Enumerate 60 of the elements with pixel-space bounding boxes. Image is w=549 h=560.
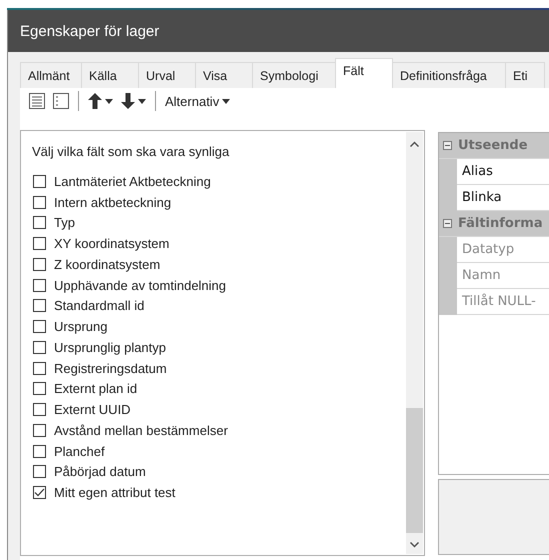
checkbox-label[interactable]: Intern aktbeteckning <box>54 194 172 210</box>
checkbox[interactable] <box>33 278 46 292</box>
checkbox-label[interactable]: Lantmäteriet Aktbeteckning <box>54 174 211 189</box>
arrow-up-icon <box>88 93 102 109</box>
checkbox[interactable] <box>33 340 46 354</box>
checkbox[interactable] <box>33 320 46 334</box>
property-name[interactable]: Alias <box>457 159 549 185</box>
checkbox-label[interactable]: Externt plan id <box>54 381 138 396</box>
list-icon <box>29 93 45 109</box>
caret-icon <box>105 98 113 104</box>
checkbox[interactable] <box>33 216 46 230</box>
checkbox-label[interactable]: Ursprunglig plantyp <box>54 340 166 355</box>
checkbox-label[interactable]: Externt UUID <box>54 402 131 418</box>
arrow-down-icon <box>121 93 135 109</box>
list-view-button[interactable] <box>27 90 47 112</box>
checkbox-label[interactable]: Z koordinatsystem <box>54 256 160 272</box>
checkbox[interactable] <box>33 174 46 188</box>
section-title: Utseende <box>458 138 528 153</box>
checkbox[interactable] <box>33 382 46 396</box>
property-name[interactable]: Blinka <box>457 185 549 211</box>
tab[interactable]: Fält <box>335 58 393 88</box>
checkbox-label[interactable]: Påbörjad datum <box>54 464 146 480</box>
checkbox-label[interactable]: Upphävande av tomtindelning <box>54 278 226 293</box>
options-button[interactable]: Alternativ <box>163 90 232 112</box>
tab[interactable]: Eti <box>505 62 545 88</box>
checkbox-label[interactable]: Registreringsdatum <box>54 360 167 376</box>
compact-view-button[interactable] <box>51 90 71 112</box>
move-up-button[interactable] <box>86 90 115 112</box>
checkbox[interactable] <box>33 424 46 437</box>
checkbox-label[interactable]: Standardmall id <box>54 298 144 314</box>
checkbox[interactable] <box>33 486 46 500</box>
section-title: Fältinforma <box>458 216 543 231</box>
move-down-button[interactable] <box>119 90 148 112</box>
scroll-down-icon[interactable] <box>410 542 419 548</box>
checkbox-label[interactable]: Ursprung <box>54 319 108 334</box>
caret-icon <box>222 98 230 104</box>
checkbox[interactable] <box>33 237 46 250</box>
caret-icon <box>138 98 146 104</box>
checkbox-label[interactable]: Planchef <box>54 444 105 459</box>
checkbox[interactable] <box>33 299 46 312</box>
checkbox[interactable] <box>33 196 46 209</box>
checkbox[interactable] <box>33 258 46 271</box>
checkbox[interactable] <box>33 465 46 478</box>
collapse-icon[interactable] <box>443 219 452 228</box>
panel-icon <box>53 93 69 109</box>
tab[interactable]: Allmänt <box>20 62 82 88</box>
list-heading: Välj vilka fält som ska vara synliga <box>32 143 230 161</box>
scroll-thumb[interactable] <box>406 408 423 533</box>
checkbox[interactable] <box>33 444 46 458</box>
checkbox-label[interactable]: Typ <box>54 215 75 230</box>
checkbox[interactable] <box>33 362 46 375</box>
checkbox[interactable] <box>33 403 46 416</box>
checkbox-label[interactable]: Avstånd mellan bestämmelser <box>54 422 228 438</box>
check-icon <box>34 488 45 498</box>
collapse-icon[interactable] <box>443 141 452 150</box>
scroll-up-icon[interactable] <box>410 141 419 147</box>
checkbox-label[interactable]: XY koordinatsystem <box>54 236 170 252</box>
window-title: Egenskaper för lager <box>20 22 160 40</box>
checkbox-label[interactable]: Mitt egen attribut test <box>54 485 176 500</box>
scrollbar[interactable] <box>406 132 423 554</box>
